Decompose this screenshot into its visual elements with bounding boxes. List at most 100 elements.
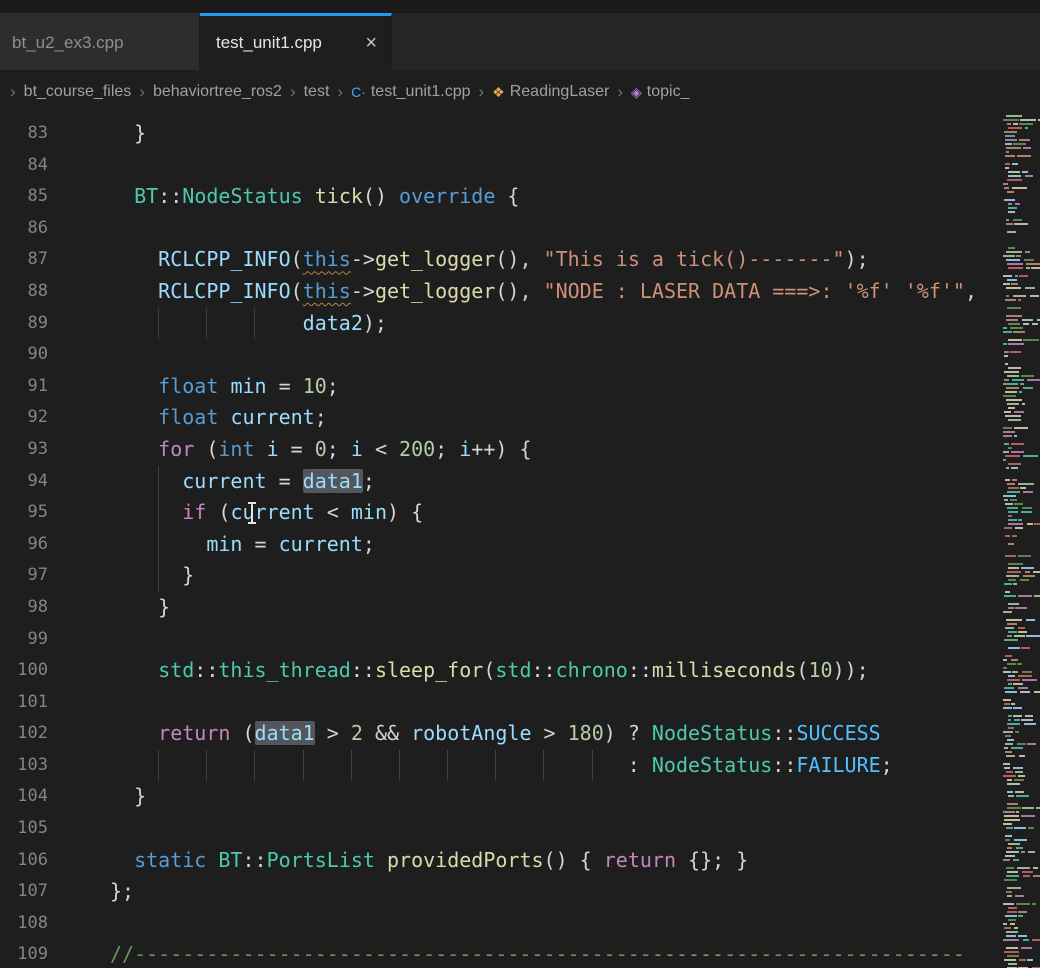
line-content[interactable]: data2); (110, 308, 387, 340)
line-number[interactable]: 91 (0, 371, 62, 403)
line-number[interactable]: 98 (0, 592, 62, 624)
line-number[interactable]: 106 (0, 845, 62, 877)
line-number[interactable]: 94 (0, 466, 62, 498)
code-line[interactable]: 87 RCLCPP_INFO(this->get_logger(), "This… (0, 244, 1040, 276)
code-line[interactable]: 109 //-----------------------------------… (0, 939, 1040, 968)
line-number[interactable]: 100 (0, 655, 62, 687)
breadcrumb-item-topic-[interactable]: ◈topic_ (631, 83, 689, 101)
line-number[interactable]: 95 (0, 497, 62, 529)
line-number[interactable]: 89 (0, 308, 62, 340)
code-line[interactable]: 107}; (0, 876, 1040, 908)
line-number[interactable]: 97 (0, 560, 62, 592)
code-line[interactable]: 83 } (0, 118, 1040, 150)
code-line[interactable]: 99 (0, 624, 1040, 656)
line-number[interactable]: 96 (0, 529, 62, 561)
line-content[interactable]: static BT::PortsList providedPorts() { r… (110, 845, 748, 877)
line-content[interactable]: }; (110, 876, 134, 908)
line-content[interactable]: } (110, 781, 146, 813)
line-number[interactable]: 90 (0, 339, 62, 371)
indent-guide (158, 750, 159, 782)
code-line[interactable]: 102 return (data1 > 2 && robotAngle > 18… (0, 718, 1040, 750)
code-line[interactable]: 92 float current; (0, 402, 1040, 434)
line-number[interactable]: 93 (0, 434, 62, 466)
breadcrumb-label: bt_course_files (24, 83, 132, 101)
chevron-right-icon: › (290, 82, 296, 102)
code-line[interactable]: 98 } (0, 592, 1040, 624)
code-line[interactable]: 96 min = current; (0, 529, 1040, 561)
line-number[interactable]: 88 (0, 276, 62, 308)
code-line[interactable]: 100 std::this_thread::sleep_for(std::chr… (0, 655, 1040, 687)
code-line[interactable]: 105 (0, 813, 1040, 845)
line-number[interactable]: 104 (0, 781, 62, 813)
line-content[interactable]: } (110, 560, 194, 592)
close-tab-icon[interactable]: × (365, 33, 377, 53)
code-line[interactable]: 108 (0, 908, 1040, 940)
line-number[interactable]: 109 (0, 939, 62, 968)
vscode-window: { "colors": { "accent": "#1f9cf0", "edit… (0, 0, 1040, 968)
chevron-right-icon: › (10, 82, 16, 102)
line-number[interactable]: 84 (0, 150, 62, 182)
line-number[interactable]: 83 (0, 118, 62, 150)
line-content[interactable]: BT::NodeStatus tick() override { (110, 181, 519, 213)
code-line[interactable]: 88 RCLCPP_INFO(this->get_logger(), "NODE… (0, 276, 1040, 308)
line-number[interactable]: 103 (0, 750, 62, 782)
indent-guide (158, 529, 159, 561)
line-number[interactable]: 101 (0, 687, 62, 719)
line-number[interactable]: 86 (0, 213, 62, 245)
line-number[interactable]: 105 (0, 813, 62, 845)
line-content[interactable]: } (110, 118, 146, 150)
line-content[interactable]: RCLCPP_INFO(this->get_logger(), "NODE : … (110, 276, 977, 308)
code-area: 83 }8485 BT::NodeStatus tick() override … (0, 118, 1040, 968)
code-line[interactable]: 85 BT::NodeStatus tick() override { (0, 181, 1040, 213)
line-content[interactable]: RCLCPP_INFO(this->get_logger(), "This is… (110, 244, 869, 276)
line-content[interactable]: if (current < min) { (110, 497, 423, 529)
line-number[interactable]: 99 (0, 624, 62, 656)
chevron-right-icon: › (478, 82, 484, 102)
breadcrumb-item-behaviortree-ros2[interactable]: behaviortree_ros2 (153, 83, 282, 101)
line-content[interactable]: } (110, 592, 170, 624)
minimap[interactable] (1003, 114, 1040, 968)
code-line[interactable]: 84 (0, 150, 1040, 182)
line-content[interactable]: float current; (110, 402, 327, 434)
breadcrumb-item-test[interactable]: test (304, 83, 330, 101)
code-line[interactable]: 89 data2); (0, 308, 1040, 340)
line-content[interactable]: std::this_thread::sleep_for(std::chrono:… (110, 655, 869, 687)
line-content[interactable]: //--------------------------------------… (110, 939, 965, 968)
line-content[interactable]: min = current; (110, 529, 375, 561)
code-line[interactable]: 90 (0, 339, 1040, 371)
code-line[interactable]: 94 current = data1; (0, 466, 1040, 498)
line-content[interactable]: : NodeStatus::FAILURE; (110, 750, 893, 782)
indent-guide (447, 750, 448, 782)
line-content[interactable]: current = data1; (110, 466, 375, 498)
line-number[interactable]: 85 (0, 181, 62, 213)
code-line[interactable]: 101 (0, 687, 1040, 719)
breadcrumb-label: topic_ (647, 83, 690, 101)
code-line[interactable]: 86 (0, 213, 1040, 245)
code-line[interactable]: 97 } (0, 560, 1040, 592)
breadcrumb-item-readinglaser[interactable]: ❖ReadingLaser (492, 83, 609, 101)
code-line[interactable]: 91 float min = 10; (0, 371, 1040, 403)
line-content[interactable]: for (int i = 0; i < 200; i++) { (110, 434, 532, 466)
breadcrumb-label: test_unit1.cpp (371, 83, 471, 101)
indent-guide (254, 308, 255, 340)
breadcrumb-item-test-unit1-cpp[interactable]: C· test_unit1.cpp (351, 83, 470, 101)
code-line[interactable]: 103 : NodeStatus::FAILURE; (0, 750, 1040, 782)
code-line[interactable]: 95 if (current < min) { (0, 497, 1040, 529)
line-number[interactable]: 107 (0, 876, 62, 908)
code-line[interactable]: 106 static BT::PortsList providedPorts()… (0, 845, 1040, 877)
line-number[interactable]: 92 (0, 402, 62, 434)
line-number[interactable]: 87 (0, 244, 62, 276)
code-editor[interactable]: 83 }8485 BT::NodeStatus tick() override … (0, 114, 1040, 968)
indent-guide (158, 560, 159, 592)
code-line[interactable]: 104 } (0, 781, 1040, 813)
tab-test_unit1.cpp[interactable]: test_unit1.cpp× (200, 13, 392, 70)
tab-bt_u2_ex3.cpp[interactable]: bt_u2_ex3.cpp (0, 13, 200, 70)
line-number[interactable]: 108 (0, 908, 62, 940)
line-number[interactable]: 102 (0, 718, 62, 750)
code-line[interactable]: 93 for (int i = 0; i < 200; i++) { (0, 434, 1040, 466)
cpp-file-icon: C· (351, 84, 366, 100)
line-content[interactable]: return (data1 > 2 && robotAngle > 180) ?… (110, 718, 881, 750)
breadcrumb-item-bt-course-files[interactable]: bt_course_files (24, 83, 132, 101)
line-content[interactable]: float min = 10; (110, 371, 339, 403)
indent-guide (543, 750, 544, 782)
